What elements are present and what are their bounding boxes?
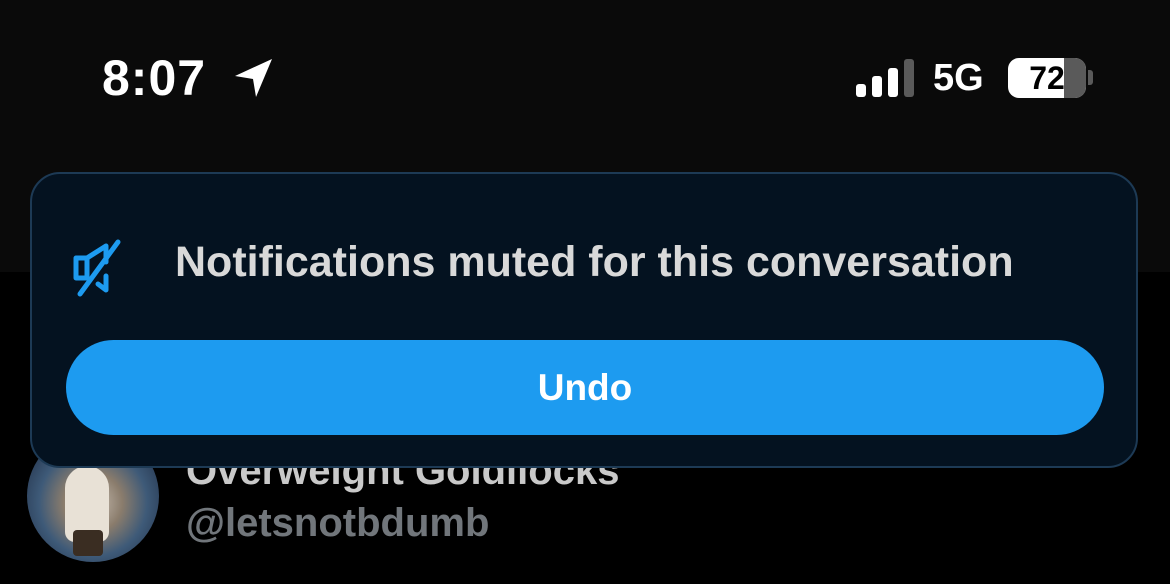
toast-message: Notifications muted for this conversatio… <box>175 238 1014 286</box>
screen: 8:07 5G 72 Overweight Goldilocks @letsno… <box>0 0 1170 584</box>
profile-handle[interactable]: @letsnotbdumb <box>186 500 489 546</box>
battery-icon: 72 <box>1008 58 1086 98</box>
undo-button[interactable]: Undo <box>66 340 1104 435</box>
battery-terminal <box>1088 70 1093 85</box>
avatar-boots <box>73 530 103 556</box>
location-arrow-icon <box>235 59 272 97</box>
battery-level: 72 <box>1029 60 1065 96</box>
network-type: 5G <box>933 57 984 99</box>
status-time: 8:07 <box>102 50 207 106</box>
cellular-signal-icon <box>856 59 914 97</box>
muted-speaker-icon <box>73 239 121 297</box>
